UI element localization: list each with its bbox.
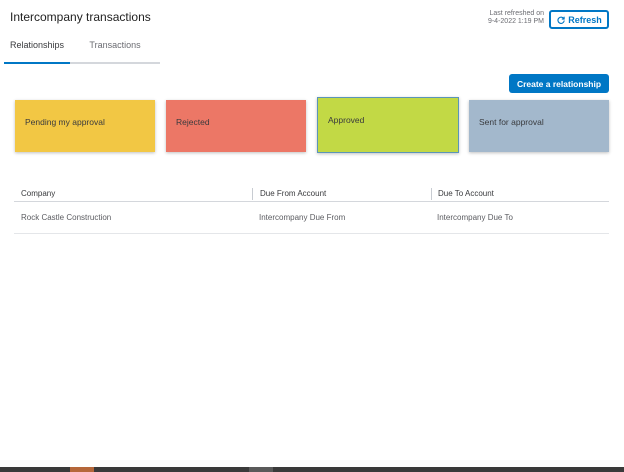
cell-due-from: Intercompany Due From	[259, 213, 346, 222]
table-header: Company Due From Account Due To Account	[14, 186, 609, 202]
status-card-pending[interactable]: Pending my approval	[15, 100, 155, 152]
status-card-approved[interactable]: Approved	[317, 97, 459, 153]
column-header-due-to[interactable]: Due To Account	[431, 187, 609, 200]
tab-bar: Relationships Transactions	[4, 36, 160, 64]
status-card-rejected[interactable]: Rejected	[166, 100, 306, 152]
last-refreshed-value: 9-4-2022 1:19 PM	[487, 18, 544, 25]
taskbar	[0, 467, 624, 472]
tab-relationships[interactable]: Relationships	[4, 36, 70, 64]
refresh-icon	[557, 16, 565, 24]
status-card-sent[interactable]: Sent for approval	[469, 100, 609, 152]
cell-due-to: Intercompany Due To	[437, 213, 513, 222]
last-refreshed-label: Last refreshed on	[489, 10, 544, 17]
table-row[interactable]: Rock Castle Construction Intercompany Du…	[14, 202, 609, 234]
refresh-button-label: Refresh	[568, 14, 602, 25]
refresh-button[interactable]: Refresh	[549, 10, 609, 29]
taskbar-item[interactable]	[70, 467, 94, 472]
column-header-company[interactable]: Company	[14, 188, 252, 200]
page-title: Intercompany transactions	[10, 10, 151, 24]
column-header-due-from[interactable]: Due From Account	[252, 187, 431, 200]
last-refreshed-info: Last refreshed on 9-4-2022 1:19 PM	[488, 10, 544, 26]
tab-transactions[interactable]: Transactions	[70, 36, 160, 62]
cell-company: Rock Castle Construction	[21, 213, 112, 222]
relationships-table: Company Due From Account Due To Account …	[14, 186, 609, 234]
taskbar-item[interactable]	[249, 467, 273, 472]
create-relationship-button[interactable]: Create a relationship	[509, 74, 609, 93]
